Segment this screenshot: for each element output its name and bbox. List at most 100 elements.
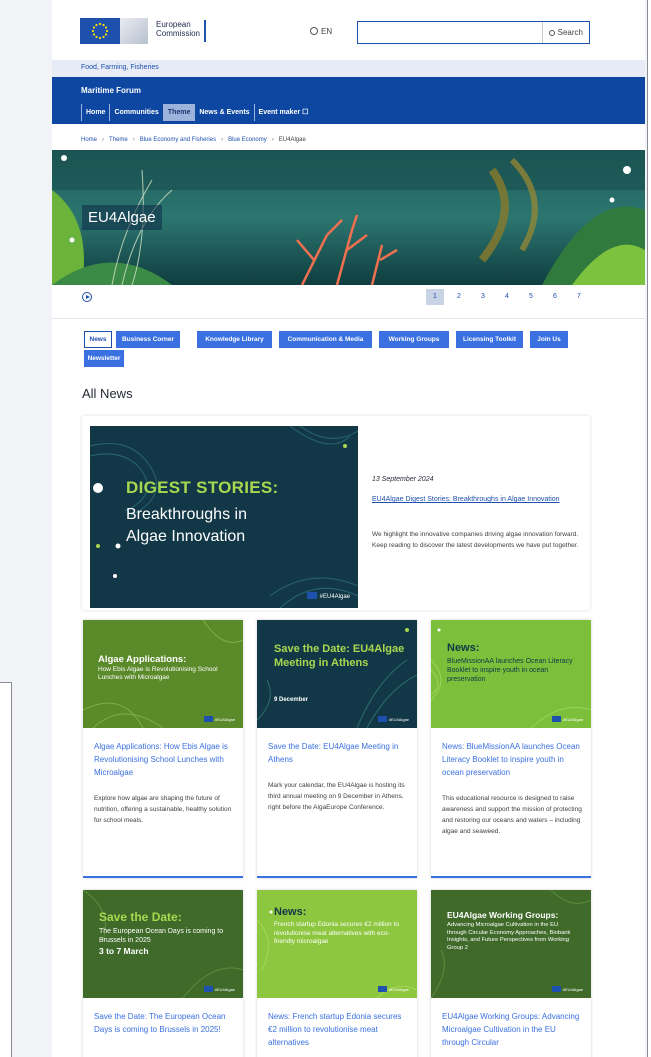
news-card[interactable]: Save the Date: The European Ocean Days i… <box>83 890 243 1057</box>
divider <box>52 318 645 319</box>
card-tag-text: #EU4Algae <box>388 987 409 992</box>
chevron-right-icon: › <box>221 137 224 143</box>
logo-line2: Commission <box>156 29 201 38</box>
logo-line1: European <box>156 20 191 29</box>
hero-banner: EU4Algae <box>52 150 645 285</box>
card-title[interactable]: News: French startup Edonia secures €2 m… <box>268 1010 410 1049</box>
card-title[interactable]: Algae Applications: How Ebis Algae is Re… <box>94 740 236 779</box>
card-description: Mark your calendar, the EU4Algae is host… <box>268 782 405 811</box>
main-container: European Commission EN Search Food, Farm… <box>52 0 645 1057</box>
tab-knowledge-library[interactable]: Knowledge Library <box>197 331 272 348</box>
tab-join-us[interactable]: Join Us <box>530 331 568 348</box>
card-image-subtitle: French startup Edonia secures €2 million… <box>274 921 400 945</box>
card-image-subtitle: 9 December <box>274 697 309 703</box>
main-nav: Maritime Forum Home Communities Theme Ne… <box>52 77 645 124</box>
news-card[interactable]: Save the Date: EU4Algae Meeting in Athen… <box>257 620 417 878</box>
featured-image-heading: DIGEST STORIES: <box>126 478 279 497</box>
chevron-right-icon: › <box>132 137 135 143</box>
nav-item-home[interactable]: Home <box>81 104 109 121</box>
ec-logo[interactable]: European Commission <box>80 18 207 44</box>
page-7[interactable]: 7 <box>570 289 588 305</box>
featured-image-tag-text: #EU4Algae <box>319 594 350 600</box>
nav-item-news-events[interactable]: News & Events <box>194 104 253 121</box>
section-title: All News <box>82 386 133 401</box>
card-image-subtitle: BlueMissionAA launches Ocean Literacy Bo… <box>447 658 573 683</box>
site-crumb-link[interactable]: Food, Farming, Fisheries <box>81 64 159 71</box>
nav-item-event-maker[interactable]: Event maker ☐ <box>253 104 313 121</box>
site-title[interactable]: Maritime Forum <box>81 86 141 95</box>
card-title[interactable]: EU4Algae Working Groups: Advancing Micro… <box>442 1010 584 1049</box>
page-6[interactable]: 6 <box>546 289 564 305</box>
featured-article: DIGEST STORIES: Breakthroughs in Algae I… <box>82 416 590 610</box>
page-3[interactable]: 3 <box>474 289 492 305</box>
page-4[interactable]: 4 <box>498 289 516 305</box>
card-image-tag: #EU4Algae <box>377 986 409 992</box>
featured-image-line1: Breakthroughs in <box>126 506 247 523</box>
card-image-heading-text: Save the Date: EU4Algae Meeting in Athen… <box>274 643 405 669</box>
card-title[interactable]: Save the Date: EU4Algae Meeting in Athen… <box>268 740 410 766</box>
search-icon <box>548 30 555 36</box>
tab-news[interactable]: News <box>84 331 112 348</box>
featured-description: We highlight the innovative companies dr… <box>372 531 579 549</box>
language-label: EN <box>321 27 333 36</box>
scrollbar-edge <box>647 0 651 1057</box>
eu-flag-icon <box>377 986 387 992</box>
tab-newsletter[interactable]: Newsletter <box>84 350 124 367</box>
card-pattern-graphic <box>257 628 417 728</box>
card-tag-text: #EU4Algae <box>214 717 235 722</box>
page-1[interactable]: 1 <box>426 289 444 305</box>
news-card-image: Algae Applications: How Ebis Algae is Re… <box>83 620 243 728</box>
eu-flag-icon <box>203 986 213 992</box>
breadcrumb-current: EU4Algae <box>278 137 306 143</box>
card-description: Explore how algae are shaping the future… <box>94 795 232 824</box>
breadcrumb-theme[interactable]: Theme <box>109 137 128 143</box>
nav-item-communities[interactable]: Communities <box>109 104 162 121</box>
nav-menu: Home Communities Theme News & Events Eve… <box>81 104 312 121</box>
logo-text: European Commission <box>156 20 207 42</box>
featured-article-image[interactable]: DIGEST STORIES: Breakthroughs in Algae I… <box>90 426 358 608</box>
hero-title: EU4Algae <box>82 205 162 230</box>
card-tag-text: #EU4Algae <box>214 987 235 992</box>
nav-item-theme[interactable]: Theme <box>162 104 195 121</box>
breadcrumb-home[interactable]: Home <box>81 137 97 143</box>
page-2[interactable]: 2 <box>450 289 468 305</box>
breadcrumb: Home › Theme › Blue Economy and Fisheries › Bl… <box>81 137 306 143</box>
card-description: This educational resource is designed to… <box>442 795 582 835</box>
page-5[interactable]: 5 <box>522 289 540 305</box>
language-selector[interactable]: EN <box>310 27 332 36</box>
card-tag-text: #EU4Algae <box>562 717 583 722</box>
breadcrumb-blue-economy-fisheries[interactable]: Blue Economy and Fisheries <box>140 137 216 143</box>
tab-licensing-toolkit[interactable]: Licensing Toolkit <box>456 331 523 348</box>
breadcrumb-blue-economy[interactable]: Blue Economy <box>228 137 267 143</box>
background-window-edge <box>0 682 12 1057</box>
card-image-dates: 3 to 7 March <box>99 946 149 956</box>
tab-business-corner[interactable]: Business Corner <box>116 331 180 348</box>
featured-image-line2: Algae Innovation <box>126 528 246 545</box>
news-card[interactable]: News: BlueMissionAA launches Ocean Liter… <box>431 620 591 878</box>
card-image-subtitle: Advancing Microalgae Cultivation in the … <box>447 922 571 951</box>
card-image-tag: #EU4Algae <box>377 716 409 722</box>
card-title[interactable]: News: BlueMissionAA launches Ocean Liter… <box>442 740 584 779</box>
card-image-tag: #EU4Algae <box>551 716 583 722</box>
card-title[interactable]: Save the Date: The European Ocean Days i… <box>94 1010 236 1036</box>
eu-flag-icon <box>377 716 387 722</box>
news-card-image: Save the Date: EU4Algae Meeting in Athen… <box>257 620 417 728</box>
search-button[interactable]: Search <box>541 22 589 43</box>
news-card[interactable]: News: French startup Edonia secures €2 m… <box>257 890 417 1057</box>
card-image-tag: #EU4Algae <box>203 986 235 992</box>
news-card[interactable]: EU4Algae Working Groups: Advancing Micro… <box>431 890 591 1057</box>
news-card[interactable]: Algae Applications: How Ebis Algae is Re… <box>83 620 243 878</box>
card-image-heading: Save the Date: EU4Algae Meeting in Athen… <box>274 642 414 670</box>
card-tag-text: #EU4Algae <box>388 717 409 722</box>
tab-communication-media[interactable]: Communication & Media <box>279 331 372 348</box>
search-input[interactable]: Search <box>357 21 590 44</box>
play-icon[interactable] <box>82 292 92 302</box>
eu-flag-icon <box>203 716 213 722</box>
tab-working-groups[interactable]: Working Groups <box>379 331 449 348</box>
card-image-heading: News: <box>447 642 480 654</box>
featured-title-link[interactable]: EU4Algae Digest Stories: Breakthroughs i… <box>372 494 582 505</box>
news-card-image: Save the Date: The European Ocean Days i… <box>83 890 243 998</box>
eu-flag-icon <box>306 592 317 599</box>
featured-image-tag: #EU4Algae <box>306 592 350 600</box>
site-crumb-bar: Food, Farming, Fisheries <box>52 60 645 77</box>
